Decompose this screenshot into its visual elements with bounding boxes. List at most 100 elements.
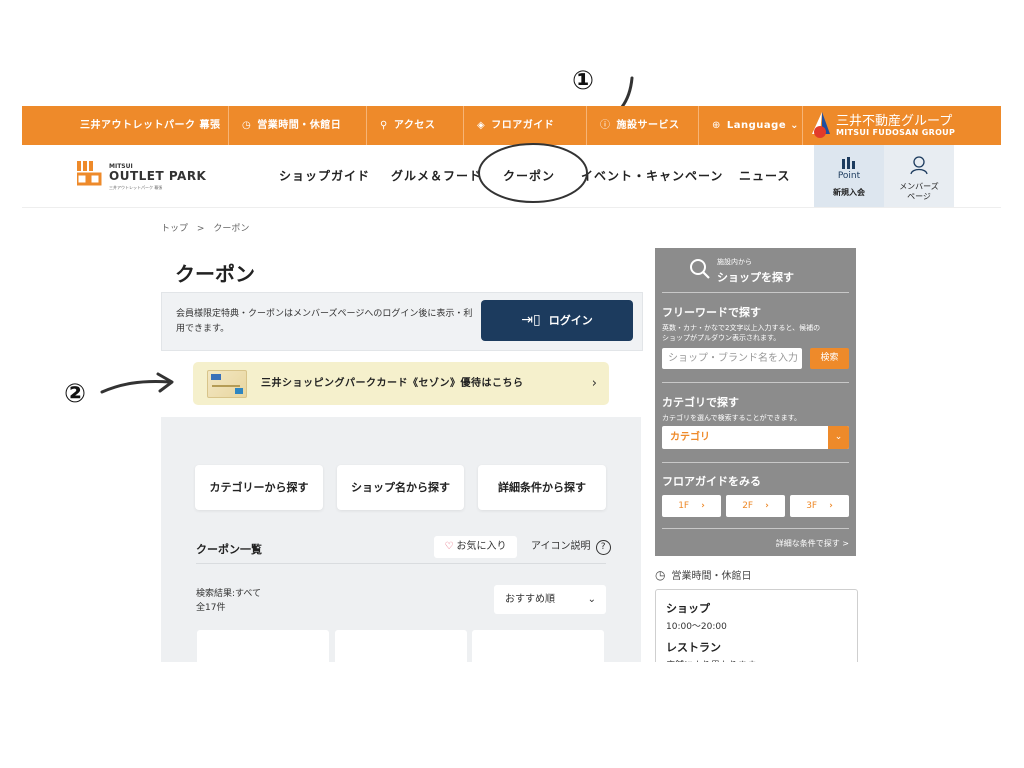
floor-2f-button[interactable]: 2F › bbox=[726, 495, 785, 517]
search-by-shop-name-button[interactable]: ショップ名から探す bbox=[337, 465, 464, 510]
breadcrumb-separator: > bbox=[196, 224, 205, 234]
chevron-right-icon: › bbox=[829, 501, 833, 511]
floor-1f-button[interactable]: 1F › bbox=[662, 495, 721, 517]
category-title: カテゴリで探す bbox=[662, 396, 739, 409]
hours-heading: ◷ 営業時間・休館日 bbox=[655, 567, 751, 582]
login-button[interactable]: ⇥▯ ログイン bbox=[481, 300, 633, 341]
top-floor-guide-label: フロアガイド bbox=[491, 120, 555, 131]
layers-icon: ◈ bbox=[477, 120, 486, 131]
top-site-name[interactable]: 三井アウトレットパーク 幕張 bbox=[80, 106, 220, 145]
nav-shop-guide[interactable]: ショップガイド bbox=[279, 145, 370, 207]
result-label: 検索結果:すべて bbox=[196, 589, 262, 599]
floor-label: 2F bbox=[742, 501, 754, 511]
floor-guide-section: フロアガイドをみる bbox=[662, 473, 761, 489]
detail-search-link[interactable]: 詳細な条件で探す > bbox=[776, 538, 849, 549]
hours-box: ショップ 10:00〜20:00 レストラン 店舗により異なります bbox=[655, 589, 858, 671]
mop-logo-mark-icon bbox=[77, 161, 102, 186]
sort-select[interactable]: おすすめ順 ⌄ bbox=[494, 585, 606, 614]
page-crop-mask bbox=[0, 662, 1024, 768]
sidebar-heading-small: 施設内から bbox=[717, 258, 752, 266]
logo-main: OUTLET PARK bbox=[109, 169, 207, 183]
members-page-button[interactable]: メンバーズ ページ bbox=[884, 145, 954, 207]
annotation-arrow-two bbox=[100, 372, 174, 394]
login-notice-text: 会員様限定特典・クーポンはメンバーズページへのログイン後に表示・利用できます。 bbox=[176, 309, 473, 334]
login-icon: ⇥▯ bbox=[521, 312, 541, 328]
freeword-section: フリーワードで探す 英数・カナ・かなで2文字以上入力すると、候補のショップがプル… bbox=[662, 304, 822, 343]
member-sub: ページ bbox=[907, 192, 931, 201]
chevron-right-icon: › bbox=[701, 501, 705, 511]
language-label: Language bbox=[726, 120, 787, 131]
divider bbox=[463, 106, 464, 145]
user-icon bbox=[910, 156, 928, 175]
divider bbox=[662, 462, 849, 463]
top-services-label: 施設サービス bbox=[616, 120, 680, 131]
chevron-right-icon: › bbox=[765, 501, 769, 511]
floor-3f-button[interactable]: 3F › bbox=[790, 495, 849, 517]
group-name-en: MITSUI FUDOSAN GROUP bbox=[836, 128, 956, 137]
shop-hours-label: ショップ bbox=[666, 602, 710, 615]
floor-guide-title: フロアガイドをみる bbox=[662, 475, 761, 488]
top-hours-link[interactable]: ◷ 営業時間・休館日 bbox=[242, 106, 341, 145]
favorites-button[interactable]: ♡ お気に入り bbox=[434, 536, 517, 558]
divider bbox=[196, 563, 606, 564]
point-sub: 新規入会 bbox=[833, 188, 865, 197]
outlet-park-logo[interactable]: MITSUI OUTLET PARK 三井アウトレットパーク 幕張 bbox=[77, 159, 207, 191]
search-by-detail-button[interactable]: 詳細条件から探す bbox=[478, 465, 606, 510]
divider bbox=[366, 106, 367, 145]
info-icon: ⓘ bbox=[600, 120, 611, 131]
annotation-two: ② bbox=[64, 379, 87, 409]
top-services-link[interactable]: ⓘ 施設サービス bbox=[600, 106, 680, 145]
clock-icon: ◷ bbox=[242, 120, 252, 131]
sidebar-heading-main: ショップを探す bbox=[717, 271, 794, 284]
breadcrumb-current: クーポン bbox=[213, 224, 250, 234]
divider bbox=[662, 382, 849, 383]
credit-card-image bbox=[207, 370, 247, 398]
breadcrumb: トップ > クーポン bbox=[161, 221, 249, 234]
page-title: クーポン bbox=[175, 262, 255, 286]
floor-label: 3F bbox=[806, 501, 818, 511]
nav-events[interactable]: イベント・キャンペーン bbox=[581, 145, 723, 207]
point-label: Point bbox=[837, 171, 861, 181]
divider bbox=[662, 292, 849, 293]
globe-icon: ⊕ bbox=[712, 120, 721, 131]
map-pin-icon: ⚲ bbox=[380, 120, 388, 131]
chevron-right-icon: › bbox=[591, 376, 597, 391]
search-icon bbox=[690, 259, 710, 279]
divider bbox=[662, 528, 849, 529]
group-name: 三井不動産グループ bbox=[836, 114, 953, 129]
mitsui-group-mark-icon bbox=[812, 112, 830, 138]
question-icon: ? bbox=[595, 540, 611, 555]
result-count: 全17件 bbox=[196, 603, 226, 613]
card-banner-text: 三井ショッピングパークカード《セゾン》優待はこちら bbox=[261, 378, 524, 389]
coupon-search-panel: カテゴリーから探す ショップ名から探す 詳細条件から探す クーポン一覧 ♡ お気に… bbox=[161, 417, 641, 670]
divider bbox=[228, 106, 229, 145]
icon-help-link[interactable]: アイコン説明 ? bbox=[531, 536, 611, 558]
mitsui-fudosan-group-logo[interactable]: 三井不動産グループ MITSUI FUDOSAN GROUP bbox=[802, 106, 1001, 145]
shop-search-input[interactable]: ショップ・ブランド名を入力 bbox=[662, 348, 802, 369]
search-by-category-button[interactable]: カテゴリーから探す bbox=[195, 465, 323, 510]
icon-help-label: アイコン説明 bbox=[531, 541, 591, 552]
top-access-link[interactable]: ⚲ アクセス bbox=[380, 106, 435, 145]
favorites-label: お気に入り bbox=[456, 541, 507, 552]
breadcrumb-home[interactable]: トップ bbox=[161, 224, 188, 234]
top-access-label: アクセス bbox=[393, 120, 436, 131]
divider bbox=[698, 106, 699, 145]
shop-search-sidebar: 施設内から ショップを探す フリーワードで探す 英数・カナ・かなで2文字以上入力… bbox=[655, 248, 856, 556]
category-select[interactable]: カテゴリ ⌄ bbox=[662, 426, 849, 449]
logo-sub: 三井アウトレットパーク 幕張 bbox=[109, 185, 163, 190]
point-signup-button[interactable]: Point 新規入会 bbox=[814, 145, 884, 207]
heart-icon: ♡ bbox=[444, 541, 454, 552]
nav-gourmet[interactable]: グルメ＆フード bbox=[391, 145, 482, 207]
shop-search-button[interactable]: 検索 bbox=[810, 348, 849, 369]
shop-hours-time: 10:00〜20:00 bbox=[666, 622, 727, 632]
point-logo-icon bbox=[842, 157, 855, 169]
chevron-down-icon: ⌄ bbox=[828, 426, 849, 449]
login-notice: 会員様限定特典・クーポンはメンバーズページへのログイン後に表示・利用できます。 … bbox=[161, 292, 643, 351]
language-selector[interactable]: ⊕ Language ⌄ bbox=[712, 106, 799, 145]
freeword-title: フリーワードで探す bbox=[662, 306, 761, 319]
saison-card-banner[interactable]: 三井ショッピングパークカード《セゾン》優待はこちら › bbox=[193, 362, 609, 405]
nav-news[interactable]: ニュース bbox=[739, 145, 790, 207]
freeword-desc: 英数・カナ・かなで2文字以上入力すると、候補のショップがプルダウン表示されます。 bbox=[662, 324, 821, 342]
chevron-down-icon: ⌄ bbox=[587, 594, 596, 605]
category-section: カテゴリで探す カテゴリを選んで検索することができます。 bbox=[662, 394, 801, 423]
